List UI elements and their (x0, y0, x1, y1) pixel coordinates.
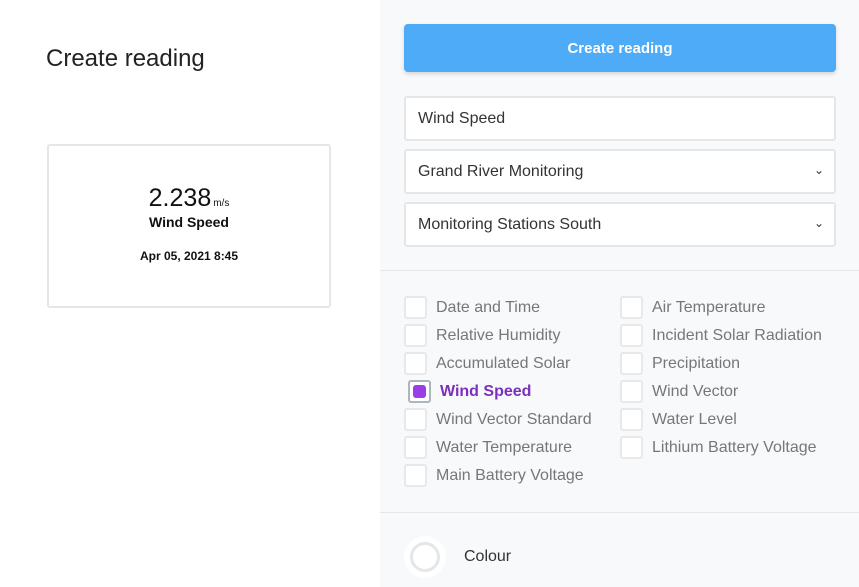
reading-name: Wind Speed (149, 214, 229, 230)
field-checkbox[interactable]: Air Temperature (620, 296, 766, 319)
project-select-value: Grand River Monitoring (418, 162, 584, 180)
field-checkbox[interactable]: Wind Vector Standard (404, 408, 592, 431)
field-checkbox-label: Lithium Battery Voltage (652, 438, 817, 456)
checkbox-icon[interactable] (620, 380, 643, 403)
checkbox-icon[interactable] (408, 380, 431, 403)
field-checkbox-label: Water Level (652, 410, 737, 428)
checkbox-icon[interactable] (404, 324, 427, 347)
divider (380, 270, 859, 271)
group-select-value: Monitoring Stations South (418, 215, 602, 233)
field-checkbox-label: Wind Vector Standard (436, 410, 592, 428)
field-checkbox[interactable]: Date and Time (404, 296, 540, 319)
field-checkbox-label: Air Temperature (652, 298, 766, 316)
field-checkbox-label: Wind Vector (652, 382, 739, 400)
field-checkbox[interactable]: Wind Vector (620, 380, 738, 403)
field-checkbox-label: Relative Humidity (436, 326, 561, 344)
reading-unit: m/s (213, 198, 230, 209)
field-checkbox-label: Main Battery Voltage (436, 466, 584, 484)
checkbox-icon[interactable] (620, 324, 643, 347)
checkbox-icon[interactable] (404, 408, 427, 431)
field-checkbox[interactable]: Relative Humidity (404, 324, 560, 347)
chevron-down-icon: ⌄ (813, 163, 824, 177)
reading-datetime: Apr 05, 2021 8:45 (139, 249, 239, 263)
checkbox-icon[interactable] (404, 352, 427, 375)
field-checkbox-label: Wind Speed (440, 382, 532, 400)
group-select[interactable]: Monitoring Stations South ⌄ (404, 202, 836, 247)
field-checkbox[interactable]: Main Battery Voltage (404, 464, 584, 487)
colour-label: Colour (464, 548, 512, 565)
page-title: Create reading (46, 45, 205, 72)
field-checkbox[interactable]: Wind Speed (404, 380, 531, 403)
reading-value: 2.238 (148, 184, 212, 212)
preview-panel: Create reading 2.238 m/s Wind Speed Apr 0… (0, 0, 380, 587)
colour-swatch-icon (410, 542, 440, 572)
reading-value-line: 2.238 m/s (49, 184, 329, 213)
checkbox-icon[interactable] (620, 408, 643, 431)
colour-picker[interactable] (404, 536, 446, 578)
checkbox-icon[interactable] (404, 296, 427, 319)
field-checkbox[interactable]: Incident Solar Radiation (620, 324, 822, 347)
field-checkbox-label: Precipitation (652, 354, 741, 372)
check-mark-icon (413, 385, 426, 398)
checkbox-icon[interactable] (620, 296, 643, 319)
field-checkbox[interactable]: Water Level (620, 408, 737, 431)
chevron-down-icon: ⌄ (813, 216, 824, 230)
field-checkbox-label: Water Temperature (436, 438, 573, 456)
create-reading-button[interactable]: Create reading (404, 24, 836, 72)
field-checkbox-label: Accumulated Solar (436, 354, 571, 372)
name-input[interactable]: Wind Speed (404, 96, 836, 141)
checkbox-icon[interactable] (404, 436, 427, 459)
checkbox-icon[interactable] (620, 352, 643, 375)
field-checkbox[interactable]: Accumulated Solar (404, 352, 570, 375)
project-select[interactable]: Grand River Monitoring ⌄ (404, 149, 836, 194)
field-checkbox[interactable]: Precipitation (620, 352, 740, 375)
field-checkbox[interactable]: Lithium Battery Voltage (620, 436, 817, 459)
field-checkbox-label: Incident Solar Radiation (652, 326, 822, 344)
divider (380, 512, 859, 513)
field-checkbox[interactable]: Water Temperature (404, 436, 572, 459)
checkbox-icon[interactable] (404, 464, 427, 487)
checkbox-icon[interactable] (620, 436, 643, 459)
form-panel: Create reading Wind Speed Grand River Mo… (380, 0, 859, 587)
reading-preview-card: 2.238 m/s Wind Speed Apr 05, 2021 8:45 (47, 144, 331, 308)
field-checkbox-label: Date and Time (436, 298, 541, 316)
